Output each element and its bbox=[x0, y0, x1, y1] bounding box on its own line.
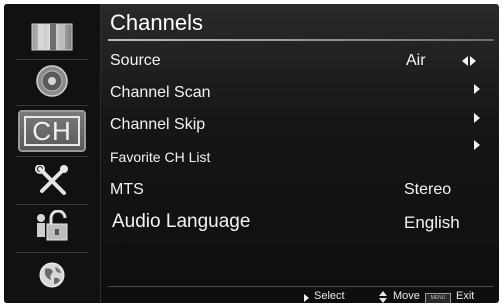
arrow-left-icon[interactable] bbox=[462, 56, 468, 66]
menu-item-label: Favorite CH List bbox=[110, 149, 211, 165]
hint-bar-divider bbox=[108, 286, 494, 287]
sidebar-item-audio[interactable] bbox=[20, 62, 84, 100]
sidebar-item-picture[interactable] bbox=[20, 18, 84, 56]
sidebar-item-lock[interactable] bbox=[20, 208, 84, 246]
menu-item-label: Audio Language bbox=[112, 211, 251, 232]
select-arrow-icon bbox=[304, 294, 309, 302]
category-sidebar: CH bbox=[4, 4, 101, 303]
globe-icon bbox=[39, 262, 65, 288]
arrow-right-icon bbox=[474, 84, 480, 94]
channel-icon: CH bbox=[24, 116, 80, 146]
page-title: Channels bbox=[110, 10, 203, 35]
sidebar-item-setup[interactable] bbox=[20, 162, 84, 200]
menu-item-label: MTS bbox=[110, 181, 144, 198]
arrow-right-icon bbox=[474, 140, 480, 150]
up-down-arrow-icon bbox=[379, 291, 387, 303]
speaker-icon bbox=[36, 65, 68, 97]
tv-menu-screen: CH Channels Source Air Channel Scan Chan… bbox=[4, 4, 499, 303]
tools-icon bbox=[35, 165, 68, 195]
sidebar-item-channels[interactable]: CH bbox=[18, 110, 86, 152]
menu-item-label: Source bbox=[110, 52, 161, 69]
move-hint: Move bbox=[393, 290, 420, 302]
arrow-right-icon[interactable] bbox=[470, 56, 476, 66]
menu-key-icon: MENU bbox=[425, 293, 451, 303]
exit-hint: Exit bbox=[456, 290, 475, 302]
menu-item-label: Channel Skip bbox=[110, 116, 206, 133]
select-hint: Select bbox=[314, 290, 345, 302]
tv-picture-icon bbox=[31, 23, 73, 51]
menu-item-value: Stereo bbox=[404, 181, 452, 198]
parental-lock-icon bbox=[37, 210, 68, 241]
sidebar-item-language[interactable] bbox=[20, 256, 84, 294]
menu-item-value: Air bbox=[406, 52, 426, 69]
title-divider bbox=[108, 39, 494, 41]
arrow-right-icon bbox=[474, 113, 480, 123]
menu-item-label: Channel Scan bbox=[110, 84, 211, 101]
menu-item-value: English bbox=[404, 213, 460, 232]
